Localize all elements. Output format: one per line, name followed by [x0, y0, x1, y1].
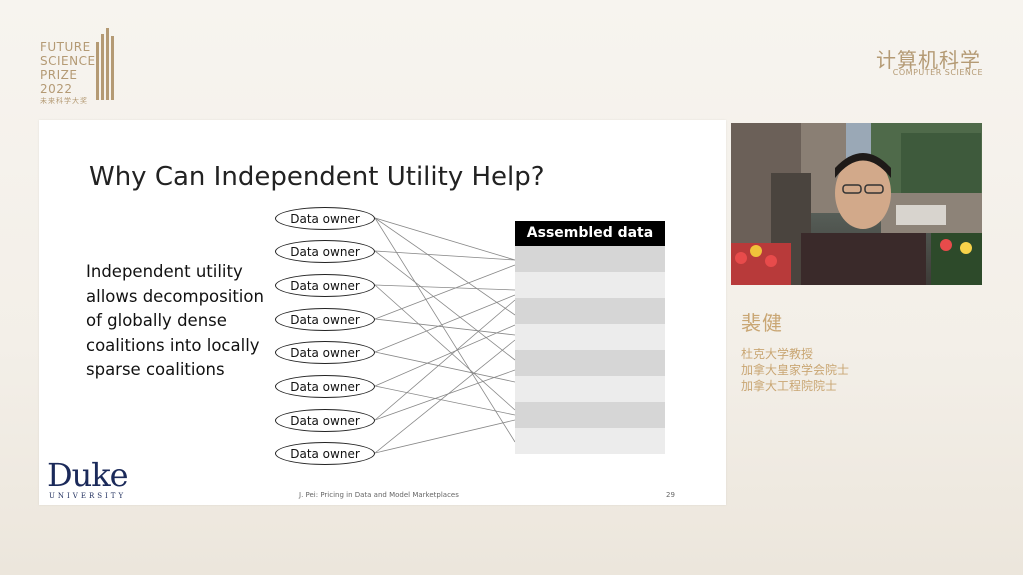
assembled-data-row [515, 324, 665, 350]
assembled-data-row [515, 272, 665, 298]
duke-logo-sub: UNIVERSITY [49, 492, 127, 500]
speaker-title: 加拿大工程院院士 [741, 379, 838, 393]
data-owner-node: Data owner [275, 341, 375, 364]
future-science-prize-logo: FUTURE SCIENCE PRIZE 2022 未来科学大奖 [40, 28, 120, 115]
logo-line-4: 2022 [40, 82, 73, 96]
logo-line-3: PRIZE [40, 68, 78, 82]
data-owner-node: Data owner [275, 274, 375, 297]
slide-footer: J. Pei: Pricing in Data and Model Market… [299, 491, 459, 499]
data-owner-node: Data owner [275, 409, 375, 432]
presentation-slide: Why Can Independent Utility Help? Indepe… [39, 120, 726, 505]
logo-line-1: FUTURE [40, 40, 91, 54]
slide-page-number: 29 [666, 491, 675, 499]
data-owner-node: Data owner [275, 375, 375, 398]
speaker-title: 杜克大学教授 [741, 347, 814, 361]
assembled-data-row [515, 350, 665, 376]
assembled-data-row [515, 246, 665, 272]
speaker-title: 加拿大皇家学会院士 [741, 363, 850, 377]
speaker-name: 裴健 [741, 311, 783, 335]
duke-logo-main: Duke [47, 456, 129, 494]
data-owner-node: Data owner [275, 442, 375, 465]
data-owner-node: Data owner [275, 207, 375, 230]
category-en: COMPUTER SCIENCE [892, 68, 983, 77]
data-owner-node: Data owner [275, 240, 375, 263]
logo-zh: 未来科学大奖 [40, 97, 88, 105]
assembled-data-row [515, 376, 665, 402]
logo-line-2: SCIENCE [40, 54, 96, 68]
assembled-data-row [515, 402, 665, 428]
speaker-video-frame [731, 123, 982, 285]
logo-text: FUTURE SCIENCE PRIZE 2022 未来科学大奖 [40, 40, 96, 106]
assembled-data-row [515, 298, 665, 324]
duke-university-logo: Duke UNIVERSITY [47, 456, 129, 500]
assembled-data-table: Assembled data [515, 221, 665, 456]
assembled-data-row [515, 428, 665, 454]
logo-bars-graphic [96, 28, 118, 100]
data-owner-node: Data owner [275, 308, 375, 331]
speaker-video [731, 123, 982, 285]
assembled-data-header: Assembled data [515, 221, 665, 246]
